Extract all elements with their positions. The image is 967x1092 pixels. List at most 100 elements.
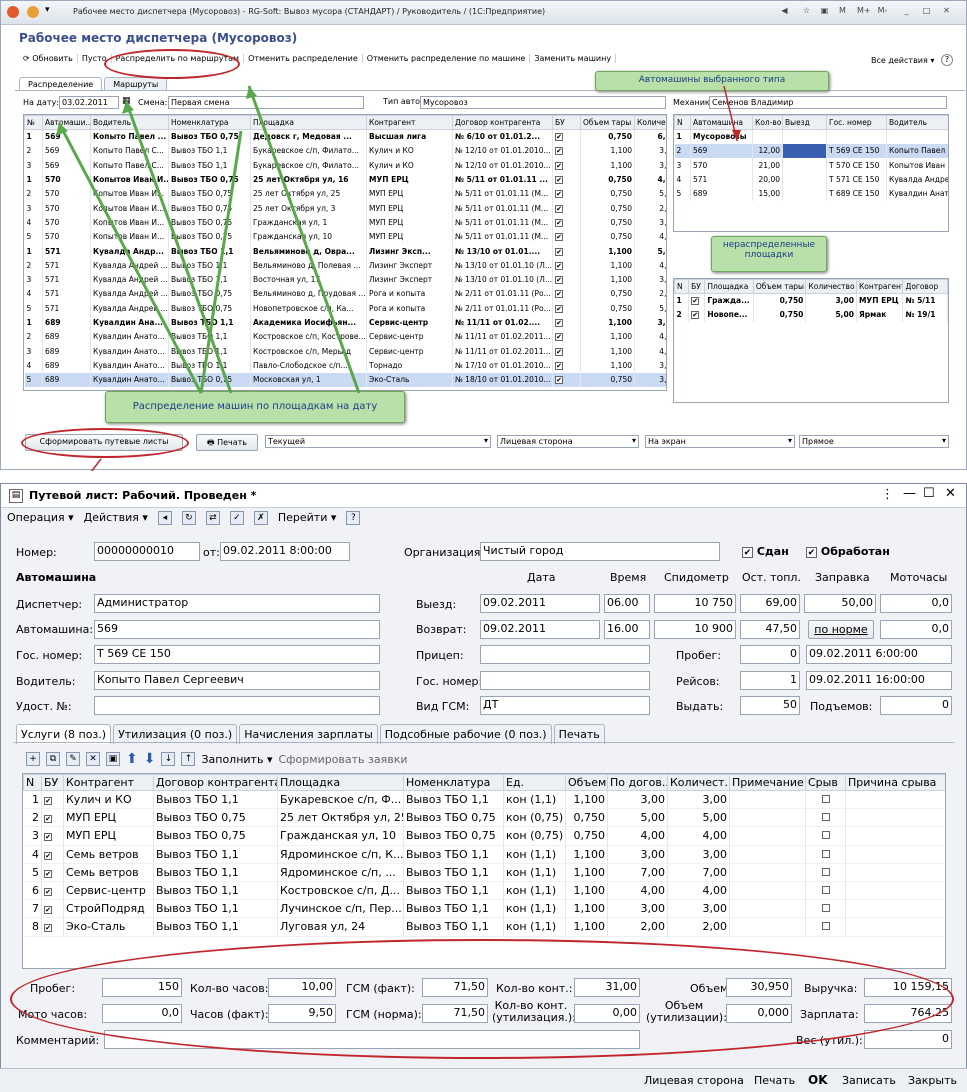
probeg-field[interactable]: 0	[740, 645, 800, 664]
tab-services[interactable]: Услуги (8 поз.)	[16, 724, 112, 744]
table-cell: 5,00	[667, 808, 730, 828]
srыv-checkbox[interactable]	[821, 849, 830, 858]
column-header[interactable]: Примечание	[729, 774, 806, 791]
checkbox[interactable]: ✔	[44, 924, 52, 933]
out-refuel[interactable]: 50,00	[804, 594, 876, 613]
reys-field[interactable]: 1	[740, 671, 800, 690]
column-header[interactable]: Договор контрагента	[153, 774, 278, 791]
delete-row-icon[interactable]: ✕	[86, 752, 100, 766]
column-header[interactable]: По догов...	[607, 774, 668, 791]
move-up-icon[interactable]: ⬆	[126, 751, 138, 767]
sort-asc-icon[interactable]: ↓	[161, 752, 176, 766]
end-edit-icon[interactable]: ▣	[106, 752, 120, 766]
gos-field[interactable]: Т 569 СЕ 150	[94, 645, 380, 664]
from-field[interactable]: 09.02.2011 8:00:00	[220, 542, 350, 561]
checkbox[interactable]: ✔	[44, 833, 52, 842]
by-norm-button[interactable]: по норме	[808, 620, 874, 639]
srыv-checkbox[interactable]	[821, 904, 830, 913]
srыv-checkbox[interactable]	[821, 831, 830, 840]
srыv-checkbox[interactable]	[821, 795, 830, 804]
tab-salary[interactable]: Начисления зарплаты	[239, 724, 378, 744]
table-row[interactable]: 5 ✔ Семь ветров Вывоз ТБО 1,1 Ядроминское с/…	[23, 863, 945, 882]
weight-field[interactable]: 0	[864, 1030, 952, 1049]
obrab-checkbox[interactable]: ✔ Обработан	[806, 545, 890, 558]
column-header[interactable]: Контрагент	[63, 774, 154, 791]
checkbox[interactable]: ✔	[44, 888, 52, 897]
srыv-checkbox[interactable]	[821, 922, 830, 931]
probeg-datetime[interactable]: 09.02.2011 6:00:00	[806, 645, 952, 664]
column-header[interactable]: Площадка	[277, 774, 404, 791]
column-header[interactable]: N	[23, 774, 42, 791]
move-down-icon[interactable]: ⬇	[144, 751, 156, 767]
column-header[interactable]: Причина срыва	[845, 774, 945, 791]
dispatcher-field[interactable]: Администратор	[94, 594, 380, 613]
sdan-checkbox[interactable]: ✔ Сдан	[742, 545, 789, 558]
sort-desc-icon[interactable]: ↑	[181, 752, 196, 766]
trailer-field[interactable]	[480, 645, 650, 664]
driver-field[interactable]: Копыто Павел Сергеевич	[94, 671, 380, 690]
table-cell	[805, 845, 846, 864]
tab-print[interactable]: Печать	[553, 724, 605, 744]
table-row[interactable]: 3 ✔ МУП ЕРЦ Вывоз ТБО 0,75 Гражданская ул, 1…	[23, 826, 945, 846]
column-header[interactable]: Количест...	[667, 774, 730, 791]
table-row[interactable]: 2 ✔ МУП ЕРЦ Вывоз ТБО 0,75 25 лет Октября ул…	[23, 808, 945, 828]
out-fuel[interactable]: 69,00	[740, 594, 800, 613]
srыv-checkbox[interactable]	[821, 813, 830, 822]
vydat-field[interactable]: 50	[740, 696, 800, 715]
tab-utilization[interactable]: Утилизация (0 поз.)	[113, 724, 238, 744]
table-cell: Ядроминское с/п, ...	[277, 863, 404, 882]
checkbox[interactable]: ✔	[44, 815, 52, 824]
table-row[interactable]: 6 ✔ Сервис-центр Вывоз ТБО 1,1 Костровское с…	[23, 881, 945, 901]
table-cell: 4	[23, 845, 42, 864]
close-button[interactable]: Закрыть	[908, 1074, 957, 1087]
table-cell: Вывоз ТБО 1,1	[153, 845, 278, 864]
tab-helpers[interactable]: Подсобные рабочие (0 поз.)	[379, 724, 552, 744]
checkbox[interactable]: ✔	[44, 797, 52, 806]
checkbox[interactable]: ✔	[44, 851, 52, 860]
out-speedometer[interactable]: 10 750	[654, 594, 736, 613]
org-field[interactable]: Чистый город	[480, 542, 720, 561]
udost-field[interactable]	[94, 696, 380, 715]
column-header[interactable]: Срыв	[805, 774, 846, 791]
table-row[interactable]: 8 ✔ Эко-Сталь Вывоз ТБО 1,1 Луговая ул, 24 Вы…	[23, 917, 945, 937]
table-cell	[845, 790, 945, 810]
edit-row-icon[interactable]: ✎	[66, 752, 80, 766]
column-header[interactable]: БУ	[41, 774, 64, 791]
srыv-checkbox[interactable]	[821, 867, 830, 876]
srыv-checkbox[interactable]	[821, 886, 830, 895]
checkbox[interactable]: ✔	[44, 869, 52, 878]
car-field[interactable]: 569	[94, 620, 380, 639]
return-date[interactable]: 09.02.2011	[480, 620, 600, 639]
copy-row-icon[interactable]: ⧉	[46, 752, 60, 766]
podem-field[interactable]: 0	[880, 696, 952, 715]
form-requests-button[interactable]: Сформировать заявки	[278, 753, 407, 766]
return-time[interactable]: 16.00	[604, 620, 650, 639]
column-header[interactable]: Объем	[565, 774, 608, 791]
out-motohours[interactable]: 0,0	[880, 594, 952, 613]
save-button[interactable]: Записать	[842, 1074, 896, 1087]
number-field[interactable]: 00000000010	[94, 542, 200, 561]
return-speedometer[interactable]: 10 900	[654, 620, 736, 639]
table-cell	[845, 917, 945, 937]
out-date[interactable]: 09.02.2011	[480, 594, 600, 613]
table-row[interactable]: 4 ✔ Семь ветров Вывоз ТБО 1,1 Ядроминское с/…	[23, 845, 945, 864]
gsm-field[interactable]: ДТ	[480, 696, 650, 715]
out-time[interactable]: 06.00	[604, 594, 650, 613]
gos2-field[interactable]	[480, 671, 650, 690]
ok-button[interactable]: OK	[808, 1073, 828, 1087]
table-row[interactable]: 7 ✔ СтройПодряд Вывоз ТБО 1,1 Лучинское с/п,…	[23, 899, 945, 919]
fill-menu[interactable]: Заполнить ▾	[201, 753, 272, 766]
column-header[interactable]: Номенклатура	[403, 774, 504, 791]
table-cell: Вывоз ТБО 1,1	[403, 881, 504, 901]
return-motohours[interactable]: 0,0	[880, 620, 952, 639]
checkbox[interactable]: ✔	[44, 906, 52, 915]
return-fuel[interactable]: 47,50	[740, 620, 800, 639]
table-cell: ✔	[41, 899, 64, 919]
footer-print-button[interactable]: Печать	[754, 1074, 795, 1087]
reys-datetime[interactable]: 09.02.2011 16:00:00	[806, 671, 952, 690]
add-row-icon[interactable]: +	[26, 752, 40, 766]
front-side-button[interactable]: Лицевая сторона	[644, 1074, 744, 1087]
column-header[interactable]: Ед.	[503, 774, 566, 791]
table-cell: Вывоз ТБО 1,1	[403, 845, 504, 864]
table-row[interactable]: 1 ✔ Кулич и КО Вывоз ТБО 1,1 Букаревское с/п…	[23, 790, 945, 810]
